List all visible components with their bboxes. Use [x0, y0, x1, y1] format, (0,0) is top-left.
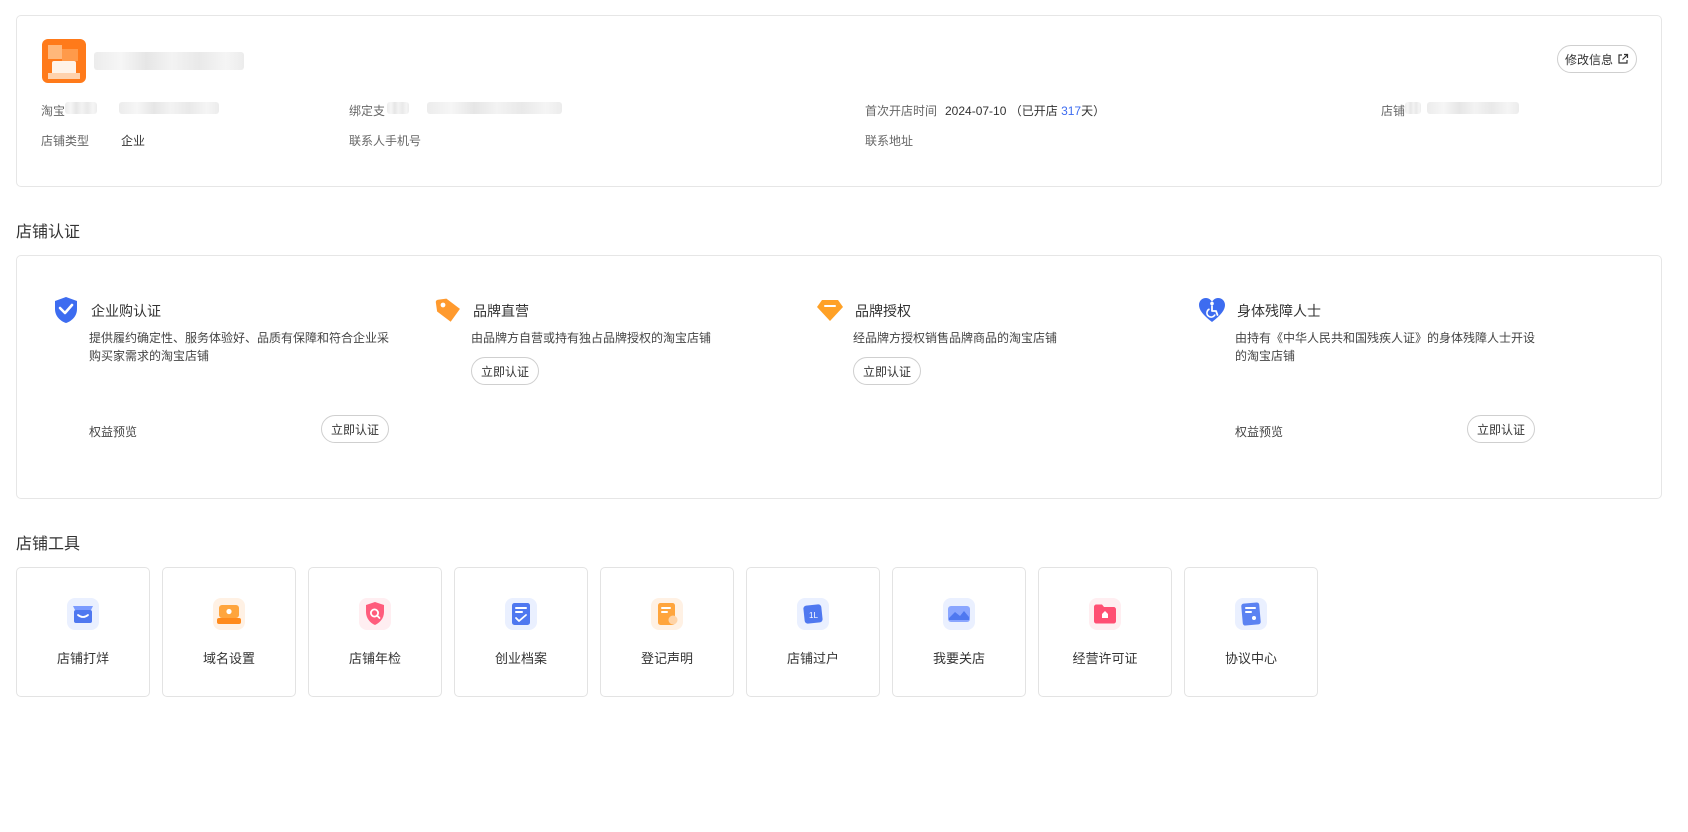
shop-type-label: 店铺类型 [41, 134, 90, 148]
tool-label: 登记声明 [640, 651, 693, 666]
perks-preview-link[interactable]: 权益预览 [89, 423, 137, 440]
tool-label: 经营许可证 [1072, 651, 1138, 666]
cert-desc: 由持有《中华人民共和国残疾人证》的身体残障人士开设的淘宝店铺 [1235, 331, 1536, 363]
tool-shop-closed[interactable]: 店铺打烊 [16, 567, 150, 697]
days-open-count: 317 [1061, 104, 1082, 118]
shop-id-prefix-redacted [1405, 102, 1421, 114]
diamond-icon [817, 300, 843, 321]
tool-shop-transfer[interactable]: 1L 店铺过户 [746, 567, 880, 697]
shop-logo [42, 39, 86, 83]
tool-business-archive[interactable]: 创业档案 [454, 567, 588, 697]
transfer-icon: 1L [797, 598, 829, 630]
cert-section-title: 店铺认证 [16, 224, 81, 241]
first-open-date-label: 首次开店时间 [865, 104, 938, 118]
tool-label: 域名设置 [202, 651, 255, 666]
alipay-binding-prefix-redacted [387, 102, 409, 114]
shop-type-value: 企业 [121, 134, 146, 148]
taobao-account-label: 淘宝 [41, 104, 66, 118]
agreement-icon [1235, 598, 1267, 630]
perks-preview-link[interactable]: 权益预览 [1235, 423, 1283, 440]
external-link-icon [1618, 53, 1629, 64]
cert-card: 企业购认证 提供履约确定性、服务体验好、品质有保障和符合企业采购买家需求的淘宝店… [16, 255, 1662, 499]
domain-icon [213, 598, 245, 630]
tool-label: 店铺打烊 [56, 651, 109, 666]
heart-accessibility-icon [1199, 298, 1225, 322]
contact-address-label: 联系地址 [865, 134, 914, 148]
license-folder-icon [1089, 598, 1121, 630]
tool-label: 店铺年检 [348, 651, 401, 666]
tool-label: 我要关店 [932, 651, 985, 666]
tool-annual-inspection[interactable]: 店铺年检 [308, 567, 442, 697]
tool-domain-settings[interactable]: 域名设置 [162, 567, 296, 697]
shop-id-value-redacted [1427, 102, 1519, 114]
tool-label: 创业档案 [494, 651, 547, 666]
certify-now-button[interactable]: 立即认证 [1467, 415, 1535, 443]
alipay-binding-value-redacted [427, 102, 562, 114]
tool-close-shop[interactable]: 我要关店 [892, 567, 1026, 697]
contact-phone-label: 联系人手机号 [349, 134, 422, 148]
cert-title: 品牌授权 [855, 303, 911, 319]
cert-desc: 经品牌方授权销售品牌商品的淘宝店铺 [853, 331, 1058, 345]
close-shop-icon [943, 598, 975, 630]
certify-now-button[interactable]: 立即认证 [471, 357, 539, 385]
svg-text:1L: 1L [809, 611, 818, 620]
tool-label: 协议中心 [1224, 651, 1277, 666]
shop-profile-card: 修改信息 淘宝 绑定支 首次开店时间 2024-07-10 （已开店 317天）… [16, 15, 1662, 187]
shield-check-icon [55, 297, 77, 323]
declaration-icon [651, 598, 683, 630]
cert-title: 企业购认证 [91, 303, 161, 319]
taobao-account-value-redacted [119, 102, 219, 114]
first-open-date-value: 2024-07-10 （已开店 317天） [945, 104, 1106, 118]
edit-info-button[interactable]: 修改信息 [1557, 45, 1637, 73]
tool-label: 店铺过户 [786, 651, 839, 666]
inspection-shield-icon [359, 598, 391, 630]
tools-section-title: 店铺工具 [16, 536, 81, 553]
certify-now-button[interactable]: 立即认证 [321, 415, 389, 443]
tool-business-license[interactable]: 经营许可证 [1038, 567, 1172, 697]
shop-closed-icon [67, 598, 99, 630]
tag-icon [435, 298, 460, 322]
cert-title: 品牌直营 [473, 303, 529, 319]
shop-name-redacted [94, 52, 244, 70]
taobao-account-prefix-redacted [65, 102, 97, 114]
archive-icon [505, 598, 537, 630]
tool-agreement-center[interactable]: 协议中心 [1184, 567, 1318, 697]
alipay-binding-label: 绑定支 [349, 104, 386, 118]
certify-now-button[interactable]: 立即认证 [853, 357, 921, 385]
tool-registration-statement[interactable]: 登记声明 [600, 567, 734, 697]
cert-desc: 由品牌方自营或持有独占品牌授权的淘宝店铺 [471, 331, 712, 345]
shop-id-label: 店铺 [1381, 104, 1406, 118]
cert-title: 身体残障人士 [1237, 303, 1321, 319]
cert-desc: 提供履约确定性、服务体验好、品质有保障和符合企业采购买家需求的淘宝店铺 [89, 331, 390, 363]
